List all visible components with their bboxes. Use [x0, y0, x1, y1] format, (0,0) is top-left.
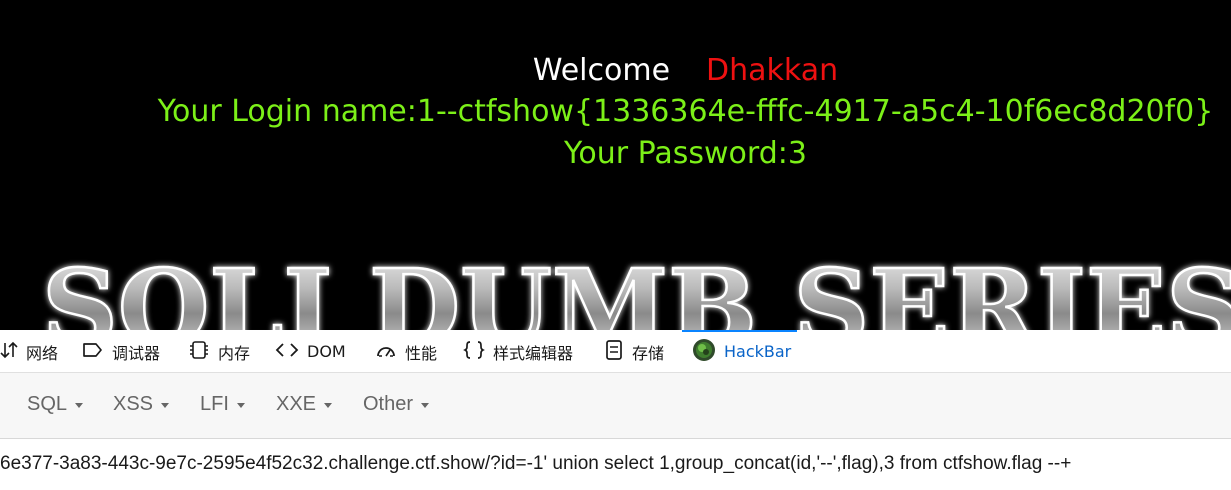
- tab-label: HackBar: [724, 342, 792, 361]
- caret-down-icon: [421, 402, 430, 408]
- caret-down-icon: [75, 402, 84, 408]
- tab-network[interactable]: 网络: [0, 330, 58, 373]
- other-menu[interactable]: Other: [363, 389, 430, 419]
- tab-debugger[interactable]: 调试器: [82, 330, 160, 373]
- caret-down-icon: [236, 402, 245, 408]
- storage-icon: [604, 339, 624, 365]
- menu-label: Other: [363, 392, 414, 415]
- caret-down-icon: [161, 402, 170, 408]
- curly-braces-icon: [463, 340, 485, 364]
- xxe-menu[interactable]: XXE: [276, 389, 333, 419]
- tab-label: 网络: [26, 343, 59, 363]
- welcome-label: Welcome: [532, 53, 671, 88]
- banner-text: SQLI DUMB SERIES: [42, 248, 1231, 330]
- menu-label: XXE: [276, 392, 317, 415]
- tab-hackbar[interactable]: HackBar: [681, 330, 798, 373]
- sqli-dumb-series-banner: SQLI DUMB SERIES: [41, 248, 1231, 330]
- hackbar-url-area: [0, 439, 1231, 490]
- tab-label: 样式编辑器: [493, 343, 574, 363]
- tab-label: 性能: [405, 343, 438, 363]
- tab-style-editor[interactable]: 样式编辑器: [463, 330, 573, 373]
- code-brackets-icon: [275, 341, 299, 363]
- page: Welcome Dhakkan Your Login name:1--ctfsho…: [0, 0, 1231, 490]
- performance-gauge-icon: [375, 340, 397, 364]
- tab-performance[interactable]: 性能: [375, 330, 437, 373]
- tab-storage[interactable]: 存储: [604, 330, 664, 373]
- menu-label: XSS: [113, 392, 154, 415]
- xss-menu[interactable]: XSS: [113, 389, 170, 419]
- welcome-username: Dhakkan: [706, 53, 839, 88]
- tab-label: 内存: [218, 343, 251, 363]
- web-page-viewport: Welcome Dhakkan Your Login name:1--ctfsho…: [0, 0, 1231, 330]
- welcome-line: Welcome Dhakkan: [0, 50, 1231, 92]
- hackbar-logo-icon: [692, 338, 716, 366]
- tab-label: DOM: [307, 342, 346, 361]
- memory-icon: [188, 340, 210, 364]
- sql-menu[interactable]: SQL: [27, 389, 84, 419]
- devtools-tab-bar: 网络 调试器 内存 DOM 性能 样式编辑器 存储 HackBar: [0, 330, 1231, 373]
- menu-label: LFI: [200, 392, 229, 415]
- network-arrows-icon: [0, 341, 18, 363]
- password-output: Your Password:3: [564, 136, 807, 171]
- login-name-output: Your Login name:1--ctfshow{1336364e-fffc…: [157, 94, 1214, 129]
- tab-label: 调试器: [112, 343, 161, 363]
- debugger-icon: [82, 341, 104, 363]
- lfi-menu[interactable]: LFI: [200, 389, 245, 419]
- hackbar-menu-bar: SQL XSS LFI XXE Other: [0, 373, 1231, 439]
- menu-label: SQL: [27, 392, 68, 415]
- url-input[interactable]: [0, 449, 1231, 479]
- tab-dom[interactable]: DOM: [275, 330, 346, 373]
- tab-memory[interactable]: 内存: [188, 330, 250, 373]
- caret-down-icon: [324, 402, 333, 408]
- tab-label: 存储: [632, 343, 665, 363]
